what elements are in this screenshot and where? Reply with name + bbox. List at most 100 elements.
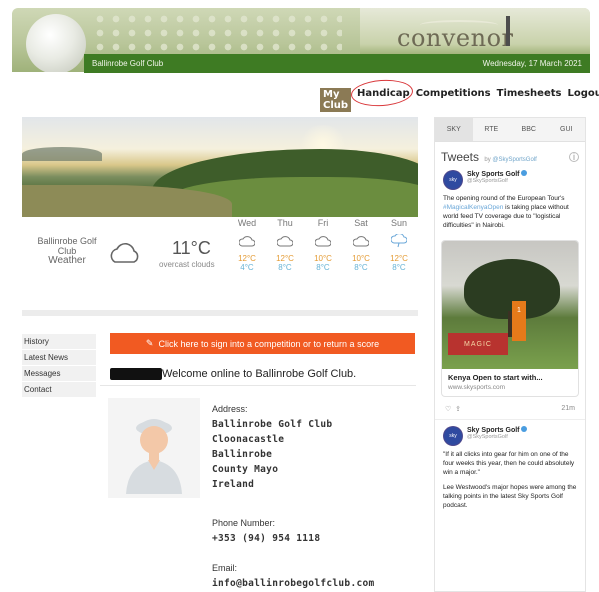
side-menu-messages[interactable]: Messages (22, 366, 96, 382)
address-line: County Mayo (212, 464, 279, 475)
tweet-text-quote: "If it all clicks into gear for him on o… (443, 451, 575, 476)
tweet-text: "If it all clicks into gear for him on o… (435, 446, 585, 514)
forecast-low: 4°C (240, 263, 254, 272)
forecast-day: Fri 10°C 8°C (304, 218, 342, 272)
info-icon[interactable]: i (569, 152, 579, 162)
card-sponsor-board: MAGIC (448, 333, 508, 355)
news-panel: SKY RTE BBC GUI Tweets by @SkySportsGolf… (434, 117, 586, 592)
tweet-actions: ♡ ⇪ 21m (435, 397, 585, 420)
forecast-high: 12°C (238, 254, 256, 263)
forecast-low: 8°C (392, 263, 406, 272)
tweet-link-card[interactable]: 1 MAGIC Kenya Open to start with... www.… (441, 240, 579, 397)
sign-in-competition-button[interactable]: ✎ Click here to sign into a competition … (110, 333, 415, 354)
tweets-by-label: by (484, 157, 491, 163)
tab-rte[interactable]: RTE (473, 118, 511, 141)
tweets-handle-link[interactable]: @SkySportsGolf (492, 157, 536, 163)
side-menu: History Latest News Messages Contact (22, 334, 96, 398)
forecast-low: 8°C (278, 263, 292, 272)
cloud-icon (110, 243, 139, 263)
forecast-day-name: Sun (390, 218, 407, 228)
forecast-high: 12°C (276, 254, 294, 263)
club-name: Ballinrobe Golf Club (92, 59, 164, 68)
forecast-day-name: Fri (317, 218, 329, 228)
cloud-icon (238, 236, 256, 247)
tweet-time[interactable]: 21m (561, 405, 575, 413)
tweet-author-name-text: Sky Sports Golf (467, 171, 520, 178)
card-tee-marker: 1 (512, 301, 526, 341)
weather-widget: Ballinrobe Golf Club Weather 11°C overca… (22, 218, 418, 293)
tab-bbc[interactable]: BBC (510, 118, 548, 141)
forecast-day: Thu 12°C 8°C (266, 218, 304, 272)
divider (100, 385, 416, 386)
nav-my-club[interactable]: My Club (320, 88, 352, 112)
sky-sports-avatar[interactable]: sky (443, 170, 463, 190)
forecast-high: 12°C (390, 254, 408, 263)
pencil-icon: ✎ (145, 338, 154, 348)
tab-sky[interactable]: SKY (435, 118, 473, 141)
tweet-author-handle[interactable]: @SkySportsGolf (467, 434, 527, 440)
welcome-text: Welcome online to Ballinrobe Golf Club. (162, 368, 357, 380)
tweet-hashtag[interactable]: #MagicalKenyaOpen (443, 204, 503, 211)
email-label: Email: (212, 563, 238, 573)
verified-icon (521, 170, 528, 176)
forecast-high: 10°C (314, 254, 332, 263)
nav-handicap[interactable]: Handicap (357, 88, 410, 112)
club-bar: Ballinrobe Golf Club Wednesday, 17 March… (84, 54, 590, 73)
tweet-card-image: 1 MAGIC (442, 241, 578, 369)
tweet-card-url: www.skysports.com (448, 384, 506, 391)
side-menu-latest-news[interactable]: Latest News (22, 350, 96, 366)
forecast-day: Sat 10°C 8°C (342, 218, 380, 272)
weather-location-line3: Weather (48, 255, 86, 266)
forecast-day-name: Wed (237, 218, 257, 228)
email-address[interactable]: info@ballinrobegolfclub.com (212, 576, 375, 591)
current-date: Wednesday, 17 March 2021 (482, 59, 582, 68)
current-temperature: 11°C (172, 238, 211, 258)
nav-timesheets[interactable]: Timesheets (497, 88, 562, 112)
address-line: Ballinrobe (212, 449, 273, 460)
nav-competitions[interactable]: Competitions (416, 88, 491, 112)
tweet-text-pre: The opening round of the European Tour's (443, 195, 565, 202)
forecast-days: Wed 12°C 4°C Thu 12°C 8°C Fri 10°C 8°C S… (228, 218, 418, 272)
forecast-day-name: Sat (354, 218, 368, 228)
verified-icon (521, 426, 528, 432)
address-line: Ireland (212, 479, 255, 490)
address-line: Cloonacastle (212, 434, 285, 445)
forecast-low: 8°C (354, 263, 368, 272)
forecast-day-name: Thu (277, 218, 293, 228)
phone-label: Phone Number: (212, 518, 276, 528)
tweet-author-name[interactable]: Sky Sports Golf (467, 426, 528, 434)
tweet-text-summary: Lee Westwood's major hopes were among th… (443, 484, 577, 509)
weather-location: Ballinrobe Golf Club Weather (32, 236, 102, 266)
convenor-logo[interactable]: convenor (397, 24, 514, 52)
side-menu-history[interactable]: History (22, 334, 96, 350)
header-texture (92, 12, 342, 52)
cloud-icon (352, 236, 370, 247)
golfer-avatar-icon (126, 419, 182, 494)
side-menu-contact[interactable]: Contact (22, 382, 96, 398)
phone-number[interactable]: +353 (94) 954 1118 (212, 531, 375, 546)
like-icon[interactable]: ♡ (445, 406, 451, 413)
sky-sports-avatar[interactable]: sky (443, 426, 463, 446)
rain-cloud-icon (390, 233, 408, 248)
tweet-author-name-text: Sky Sports Golf (467, 427, 520, 434)
forecast-day: Wed 12°C 4°C (228, 218, 266, 272)
share-icon[interactable]: ⇪ (455, 406, 461, 413)
golf-ball-icon (26, 14, 86, 72)
forecast-low: 8°C (316, 263, 330, 272)
tweet-author-handle[interactable]: @SkySportsGolf (467, 178, 527, 184)
tweet-author-name[interactable]: Sky Sports Golf (467, 170, 528, 178)
tweet-action-icons: ♡ ⇪ (445, 405, 461, 413)
sign-in-competition-label: Click here to sign into a competition or… (158, 338, 380, 349)
weather-description: overcast clouds (159, 260, 215, 269)
nav-logout[interactable]: Logout (567, 88, 599, 112)
tweet-text: The opening round of the European Tour's… (435, 190, 585, 234)
tab-gui[interactable]: GUI (548, 118, 586, 141)
main-nav: My Club Handicap Competitions Timesheets… (320, 88, 599, 112)
tweets-title: Tweets (441, 150, 480, 164)
cloud-icon (314, 236, 332, 247)
redacted-name (110, 368, 162, 380)
address-label: Address: (212, 404, 248, 414)
flag-pin-icon (506, 16, 510, 46)
address-line: Ballinrobe Golf Club (212, 419, 333, 430)
tweets-header: Tweets by @SkySportsGolf i (435, 142, 585, 170)
